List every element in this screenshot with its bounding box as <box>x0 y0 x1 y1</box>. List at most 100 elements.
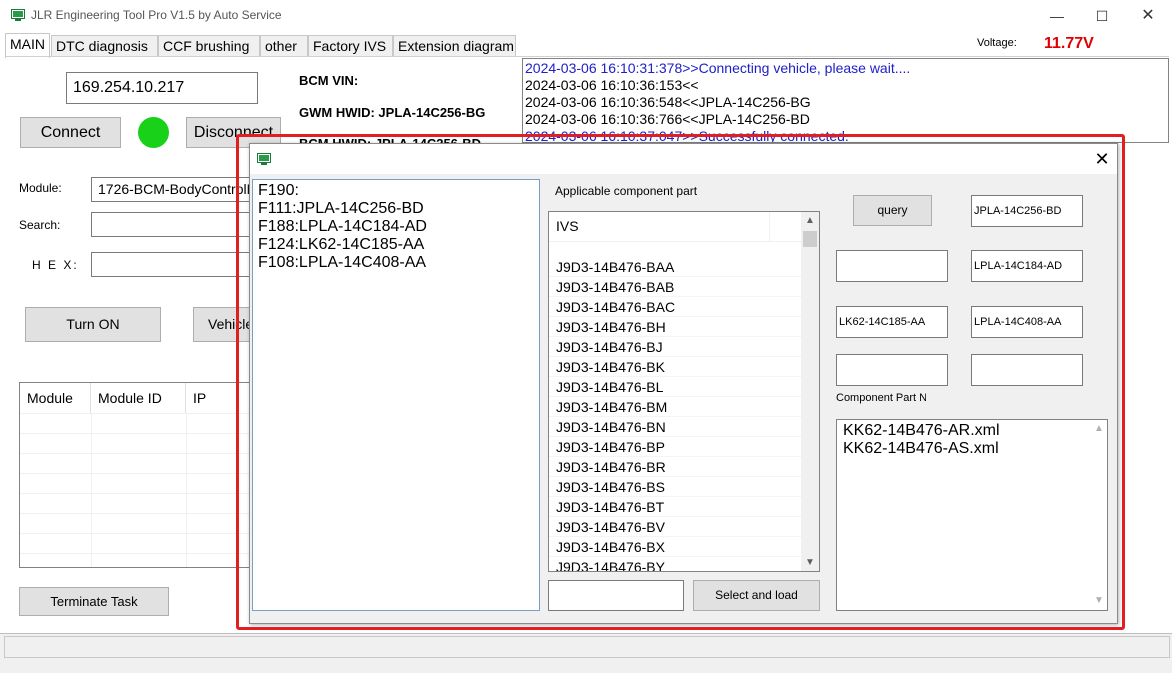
ivs-list-item[interactable]: J9D3-14B476-BS <box>556 477 665 497</box>
ivs-list-item[interactable]: J9D3-14B476-BR <box>556 457 666 477</box>
maximize-button[interactable]: ☐ <box>1087 6 1117 26</box>
hex-label: H E X: <box>32 258 79 272</box>
part-number-field[interactable] <box>836 250 948 282</box>
query-button[interactable]: query <box>853 195 932 226</box>
connect-button[interactable]: Connect <box>20 117 121 148</box>
component-part-number-label: Component Part No <box>836 392 926 404</box>
voltage-value: 11.77V <box>1044 35 1094 52</box>
bcm-vin-label: BCM VIN: <box>299 73 359 88</box>
xml-file-item[interactable]: KK62-14B476-AR.xml <box>843 422 1000 440</box>
tab-main[interactable]: MAIN <box>5 33 50 58</box>
app-icon <box>257 153 271 165</box>
log-line: 2024-03-06 16:10:36:766<<JPLA-14C256-BD <box>525 111 810 127</box>
part-number-field[interactable]: LPLA-14C184-AD <box>971 250 1083 282</box>
tab-dtc-diagnosis[interactable]: DTC diagnosis <box>51 35 158 57</box>
grid-line <box>20 553 253 554</box>
ivs-column-header[interactable]: IVS <box>549 212 801 242</box>
grid-line <box>20 413 253 414</box>
tab-ccf-brushing[interactable]: CCF brushing <box>158 35 260 57</box>
module-grid[interactable]: Module Module ID IP <box>19 382 254 568</box>
part-number-field[interactable]: LPLA-14C408-AA <box>971 306 1083 338</box>
component-part-dialog: ✕ F190: F111:JPLA-14C256-BD F188:LPLA-14… <box>249 143 1118 624</box>
gwm-hwid-label: GWM HWID: JPLA-14C256-BG <box>299 105 486 120</box>
module-label: Module: <box>19 181 62 195</box>
log-line: 2024-03-06 16:10:31:378>>Connecting vehi… <box>525 60 911 76</box>
applicable-component-label: Applicable component part <box>555 184 698 198</box>
part-number-field[interactable] <box>836 354 948 386</box>
title-bar: JLR Engineering Tool Pro V1.5 by Auto Se… <box>0 0 1172 32</box>
grid-header-ip[interactable]: IP <box>186 383 253 413</box>
grid-header-module[interactable]: Module <box>20 383 91 413</box>
dtc-line: F111:JPLA-14C256-BD <box>258 200 424 217</box>
xml-scrollbar[interactable]: ▲ ▼ <box>1091 420 1107 610</box>
grid-vline <box>91 413 92 567</box>
ivs-list-item[interactable]: J9D3-14B476-BL <box>556 377 663 397</box>
ivs-list-item[interactable]: J9D3-14B476-BN <box>556 417 666 437</box>
hex-input[interactable] <box>91 252 261 277</box>
terminate-task-button[interactable]: Terminate Task <box>19 587 169 616</box>
tab-other[interactable]: other <box>260 35 308 57</box>
ivs-list-item[interactable]: J9D3-14B476-BV <box>556 517 665 537</box>
xml-file-list[interactable]: KK62-14B476-AR.xml KK62-14B476-AS.xml ▲ … <box>836 419 1108 611</box>
voltage-label: Voltage: <box>977 37 1017 49</box>
log-line: 2024-03-06 16:10:36:153<< <box>525 77 699 93</box>
grid-line <box>20 513 253 514</box>
grid-line <box>20 533 253 534</box>
select-and-load-button[interactable]: Select and load <box>693 580 820 611</box>
close-button[interactable]: ✕ <box>1133 6 1163 26</box>
grid-vline <box>186 413 187 567</box>
ivs-scrollbar[interactable]: ▲ ▼ <box>801 212 819 571</box>
dialog-title-bar: ✕ <box>250 144 1117 174</box>
turn-on-button[interactable]: Turn ON <box>25 307 161 342</box>
ivs-list-item[interactable]: J9D3-14B476-BX <box>556 537 665 557</box>
ivs-list-item[interactable]: J9D3-14B476-BM <box>556 397 667 417</box>
module-select[interactable]: 1726-BCM-BodyControlM <box>91 177 261 202</box>
part-number-field[interactable]: LK62-14C185-AA <box>836 306 948 338</box>
ivs-list[interactable]: IVS J9D3-14B476-BAA J9D3-14B476-BAB J9D3-1… <box>548 211 820 572</box>
dialog-close-button[interactable]: ✕ <box>1090 148 1114 170</box>
search-input[interactable] <box>91 212 261 237</box>
scroll-up-icon[interactable]: ▲ <box>801 212 819 229</box>
window-title: JLR Engineering Tool Pro V1.5 by Auto Se… <box>31 8 282 22</box>
connection-status-indicator <box>138 117 169 148</box>
grid-line <box>20 493 253 494</box>
ivs-list-item[interactable]: J9D3-14B476-BH <box>556 317 666 337</box>
minimize-button[interactable]: — <box>1042 6 1072 26</box>
dtc-text-area[interactable]: F190: F111:JPLA-14C256-BD F188:LPLA-14C1… <box>252 179 540 611</box>
dtc-line: F190: <box>258 182 299 199</box>
search-label: Search: <box>19 218 61 232</box>
ivs-list-item[interactable]: J9D3-14B476-BAA <box>556 257 674 277</box>
ivs-list-item[interactable]: J9D3-14B476-BAB <box>556 277 674 297</box>
dtc-line: F188:LPLA-14C184-AD <box>258 218 427 235</box>
log-line: 2024-03-06 16:10:37:047>>Successfully co… <box>525 128 849 143</box>
ip-address-input[interactable]: 169.254.10.217 <box>66 72 258 104</box>
grid-line <box>20 453 253 454</box>
progress-bar <box>4 636 1170 658</box>
scroll-up-icon[interactable]: ▲ <box>1091 420 1107 437</box>
grid-line <box>20 473 253 474</box>
tab-factory-ivs[interactable]: Factory IVS <box>308 35 393 57</box>
part-number-field[interactable]: JPLA-14C256-BD <box>971 195 1083 227</box>
log-line: 2024-03-06 16:10:36:548<<JPLA-14C256-BG <box>525 94 811 110</box>
ivs-list-item[interactable]: J9D3-14B476-BY <box>556 557 665 571</box>
tab-panel-border <box>5 56 1169 57</box>
ivs-list-item[interactable]: J9D3-14B476-BJ <box>556 337 663 357</box>
ivs-list-item[interactable]: J9D3-14B476-BK <box>556 357 665 377</box>
ivs-list-item[interactable]: J9D3-14B476-BAC <box>556 297 675 317</box>
dtc-line: F124:LK62-14C185-AA <box>258 236 425 253</box>
scroll-down-icon[interactable]: ▼ <box>801 554 819 571</box>
ivs-list-item[interactable]: J9D3-14B476-BT <box>556 497 664 517</box>
tab-extension-diagram[interactable]: Extension diagram <box>393 35 516 57</box>
grid-line <box>20 433 253 434</box>
scroll-thumb[interactable] <box>803 231 817 247</box>
select-input[interactable] <box>548 580 684 611</box>
scroll-down-icon[interactable]: ▼ <box>1091 592 1107 609</box>
app-icon <box>11 9 25 21</box>
dtc-line: F108:LPLA-14C408-AA <box>258 254 427 271</box>
column-separator <box>769 212 770 242</box>
ivs-list-item[interactable]: J9D3-14B476-BP <box>556 437 665 457</box>
log-output[interactable]: 2024-03-06 16:10:31:378>>Connecting vehi… <box>522 58 1169 143</box>
grid-header-module-id[interactable]: Module ID <box>91 383 186 413</box>
part-number-field[interactable] <box>971 354 1083 386</box>
xml-file-item[interactable]: KK62-14B476-AS.xml <box>843 440 999 458</box>
